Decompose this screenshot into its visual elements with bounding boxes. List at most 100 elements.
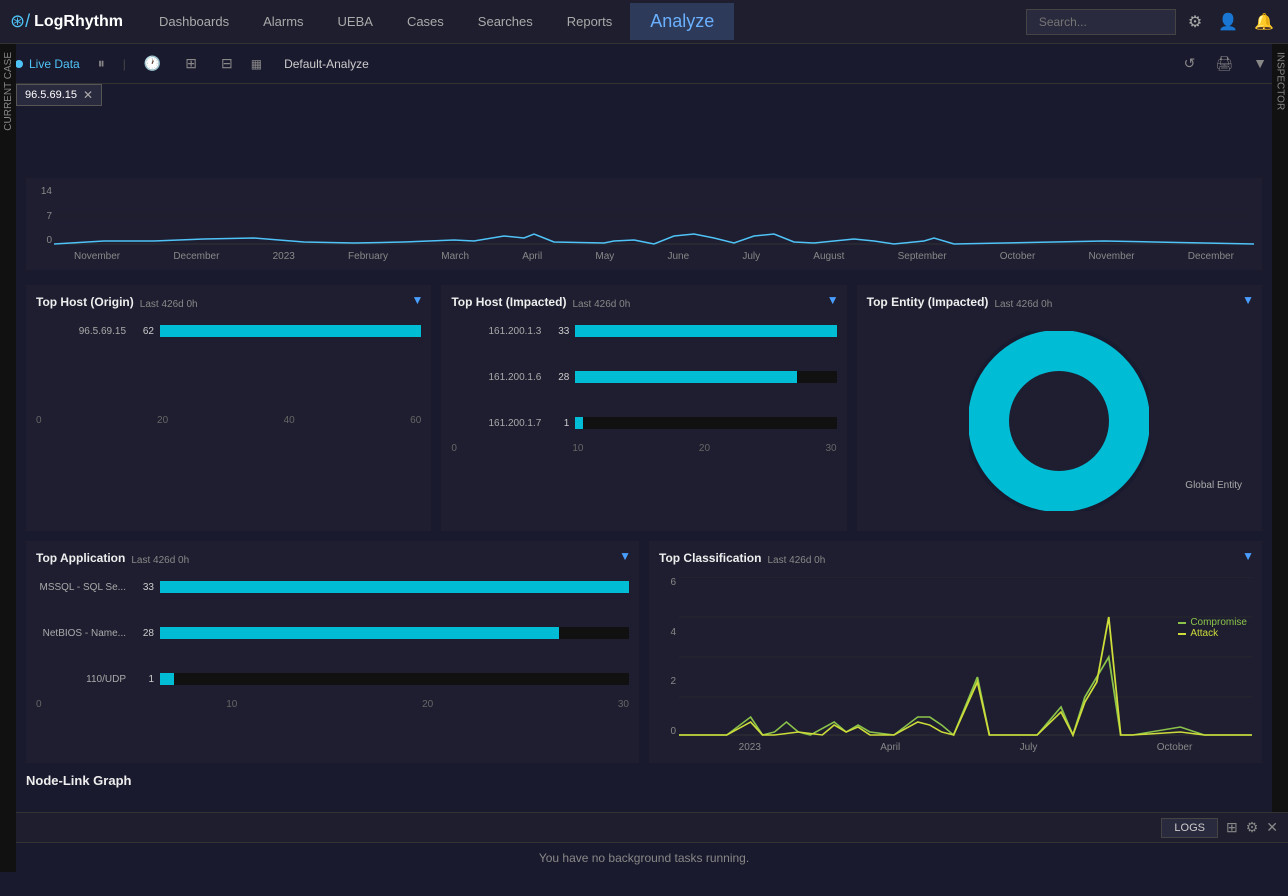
top-host-origin-subtitle: Last 426d 0h [140,299,198,310]
user-icon[interactable]: 👤 [1214,8,1242,36]
top-host-origin-filter[interactable]: ▼ [411,293,423,307]
class-yaxis: 6 4 2 0 [659,577,679,737]
nav-dashboards[interactable]: Dashboards [143,4,245,39]
nav-analyze[interactable]: Analyze [630,3,734,40]
live-data-indicator: Live Data [15,57,80,71]
nav-reports[interactable]: Reports [551,4,629,39]
app-bar-fill-0 [160,581,629,593]
class-x-jul: July [1020,742,1038,753]
legend-compromise: Compromise [1178,617,1247,628]
donut-legend-label: Global Entity [1185,480,1242,491]
class-y-6: 6 [659,577,676,588]
bar-row-impacted-1: 161.200.1.6 28 [451,371,836,383]
donut-legend: Global Entity [1185,480,1242,491]
tl-jun: June [667,251,689,262]
widgets-row2: Top Application Last 426d 0h ▼ MSSQL - S… [26,541,1262,763]
nav-cases[interactable]: Cases [391,4,460,39]
left-panel: CURRENT CASE [0,44,16,872]
toolbar: Live Data ⏸ | 🕐 ⊞ ⊟ ▦ Default-Analyze ↺ … [0,44,1288,84]
logs-expand-icon[interactable]: ⊞ [1226,819,1238,836]
bar-value-0: 62 [132,326,154,337]
logs-settings-icon[interactable]: ⚙ [1246,819,1259,836]
tab-label: 96.5.69.15 [25,89,77,101]
pause-icon[interactable]: ⏸ [92,52,111,75]
tl-nov2: November [1088,251,1134,262]
logs-button[interactable]: LOGS [1161,818,1218,838]
top-entity-donut: Global Entity [867,321,1252,521]
top-host-impacted-widget: Top Host (Impacted) Last 426d 0h ▼ 161.2… [441,285,846,531]
top-host-origin-title: Top Host (Origin) [36,295,134,309]
top-entity-filter[interactable]: ▼ [1242,293,1254,307]
app-bar-row-1: NetBIOS - Name... 28 [36,627,629,639]
filter-icon[interactable]: ▼ [1247,52,1273,75]
app-bar-value-2: 1 [132,674,154,685]
bar-axis-impacted: 0 10 20 30 [451,443,836,454]
app-bar-container-1 [160,627,629,639]
legend-compromise-label: Compromise [1190,617,1247,628]
timeline-svg [54,186,1254,246]
refresh-icon[interactable]: ↺ [1178,52,1202,75]
top-application-title: Top Application [36,551,125,565]
top-host-impacted-filter[interactable]: ▼ [827,293,839,307]
download-icon[interactable]: ⊟ [215,52,239,75]
top-host-impacted-subtitle: Last 426d 0h [572,299,630,310]
tab-close-button[interactable]: ✕ [83,88,93,102]
app-bar-container-0 [160,581,629,593]
top-classification-widget: Top Classification Last 426d 0h ▼ 6 4 2 … [649,541,1262,763]
bar-value-impacted-2: 1 [547,418,569,429]
legend-attack-dot [1178,633,1186,635]
widgets-row1: Top Host (Origin) Last 426d 0h ▼ 96.5.69… [26,285,1262,531]
right-inspector-panel: INSPECTOR [1272,44,1288,812]
logo[interactable]: ⊛/ LogRhythm [10,11,123,32]
notification-icon[interactable]: 🔔 [1250,8,1278,36]
nav-ueba[interactable]: UEBA [322,4,389,39]
bar-fill-impacted-2 [575,417,583,429]
settings-icon[interactable]: ⚙ [1184,8,1206,36]
bar-value-impacted-1: 28 [547,372,569,383]
nav-right: ⚙ 👤 🔔 [1026,8,1278,36]
search-input[interactable] [1026,9,1176,35]
class-y-0: 0 [659,726,676,737]
logs-bar: LOGS ⊞ ⚙ ✕ [0,813,1288,842]
status-bar: You have no background tasks running. [0,842,1288,872]
tl-dec: December [173,251,219,262]
bar-label-0: 96.5.69.15 [36,326,126,337]
bar-label-impacted-0: 161.200.1.3 [451,326,541,337]
top-classification-filter[interactable]: ▼ [1242,549,1254,563]
top-entity-subtitle: Last 426d 0h [994,299,1052,310]
timeline-chart: 14 7 0 November December 2023 February M… [26,178,1262,270]
clock-icon[interactable]: 🕐 [138,52,167,75]
bar-label-impacted-1: 161.200.1.6 [451,372,541,383]
expand-icon[interactable]: ⊞ [179,52,203,75]
app-bar-label-1: NetBIOS - Name... [36,628,126,639]
timeline-y-14: 14 [34,186,52,197]
node-link-section: Node-Link Graph [26,773,1262,788]
logo-text: LogRhythm [34,13,123,31]
top-host-impacted-title: Top Host (Impacted) [451,295,566,309]
app-bar-row-0: MSSQL - SQL Se... 33 [36,581,629,593]
bar-row-impacted-2: 161.200.1.7 1 [451,417,836,429]
bar-axis-origin: 0 20 40 60 [36,415,421,426]
nav-searches[interactable]: Searches [462,4,549,39]
bar-container-impacted-0 [575,325,836,337]
tl-dec2: December [1188,251,1234,262]
class-x-oct: October [1157,742,1193,753]
top-host-origin-chart: 96.5.69.15 62 0 20 40 60 [36,321,421,430]
top-application-filter[interactable]: ▼ [619,549,631,563]
print-icon[interactable]: 🖨 [1209,52,1239,75]
status-message: You have no background tasks running. [539,851,749,865]
class-x-apr: April [880,742,900,753]
nav-items: Dashboards Alarms UEBA Cases Searches Re… [143,3,1026,40]
bar-fill-0 [160,325,421,337]
nav-alarms[interactable]: Alarms [247,4,319,39]
tl-2023: 2023 [273,251,295,262]
logs-close-icon[interactable]: ✕ [1266,819,1278,836]
inspector-label: INSPECTOR [1273,44,1288,118]
bar-row-0: 96.5.69.15 62 [36,325,421,337]
bar-container-impacted-2 [575,417,836,429]
top-application-chart: MSSQL - SQL Se... 33 NetBIOS - Name... 2… [36,577,629,714]
tl-oct: October [1000,251,1036,262]
bar-container-impacted-1 [575,371,836,383]
bar-label-impacted-2: 161.200.1.7 [451,418,541,429]
app-bar-fill-2 [160,673,174,685]
